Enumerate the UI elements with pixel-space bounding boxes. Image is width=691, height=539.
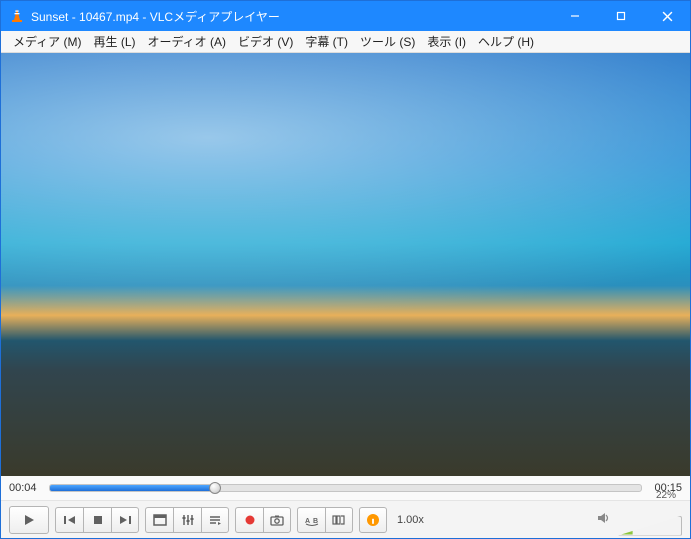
svg-text:A: A xyxy=(305,518,310,525)
next-icon xyxy=(118,514,132,526)
menu-subtitle[interactable]: 字幕 (T) xyxy=(299,31,354,52)
info-button[interactable] xyxy=(359,507,387,533)
controls-row: A B 1.00x xyxy=(1,500,690,538)
menu-bar: メディア (M) 再生 (L) オーディオ (A) ビデオ (V) 字幕 (T)… xyxy=(1,31,690,53)
fullscreen-icon xyxy=(153,514,167,526)
playlist-button[interactable] xyxy=(201,507,229,533)
loop-ab-icon: A B xyxy=(304,514,320,526)
seek-progress xyxy=(50,485,215,491)
playback-speed[interactable]: 1.00x xyxy=(393,514,428,526)
minimize-button[interactable] xyxy=(552,1,598,31)
snapshot-button[interactable] xyxy=(263,507,291,533)
video-frame xyxy=(1,53,690,476)
stop-icon xyxy=(92,514,104,526)
vlc-cone-icon xyxy=(9,8,25,24)
menu-tools[interactable]: ツール (S) xyxy=(354,31,421,52)
menu-playback[interactable]: 再生 (L) xyxy=(87,31,141,52)
menu-video[interactable]: ビデオ (V) xyxy=(232,31,299,52)
menu-audio[interactable]: オーディオ (A) xyxy=(142,31,233,52)
prev-icon xyxy=(63,514,77,526)
menu-help[interactable]: ヘルプ (H) xyxy=(472,31,540,52)
info-icon xyxy=(366,513,380,527)
maximize-button[interactable] xyxy=(598,1,644,31)
volume-fill xyxy=(619,517,633,535)
volume-slider-wrap: 22% xyxy=(618,504,682,536)
capture-group xyxy=(235,507,291,533)
playback-group xyxy=(55,507,139,533)
seek-row: 00:04 00:15 xyxy=(1,476,690,500)
volume-percent: 22% xyxy=(656,490,676,501)
seek-slider[interactable] xyxy=(49,484,642,492)
volume-slider[interactable] xyxy=(618,516,682,536)
volume-icon[interactable] xyxy=(596,511,610,528)
window-title: Sunset - 10467.mp4 - VLCメディアプレイヤー xyxy=(31,8,552,25)
stop-button[interactable] xyxy=(83,507,111,533)
menu-view[interactable]: 表示 (I) xyxy=(421,31,472,52)
frame-step-button[interactable] xyxy=(325,507,353,533)
title-bar[interactable]: Sunset - 10467.mp4 - VLCメディアプレイヤー xyxy=(1,1,690,31)
next-button[interactable] xyxy=(111,507,139,533)
video-surface[interactable] xyxy=(1,53,690,476)
camera-icon xyxy=(270,514,284,526)
close-button[interactable] xyxy=(644,1,690,31)
playlist-icon xyxy=(208,514,222,526)
equalizer-icon xyxy=(181,514,195,526)
play-icon xyxy=(22,513,36,527)
play-button[interactable] xyxy=(9,506,49,534)
record-icon xyxy=(244,514,256,526)
previous-button[interactable] xyxy=(55,507,83,533)
loop-group: A B xyxy=(297,507,353,533)
loop-ab-button[interactable]: A B xyxy=(297,507,325,533)
vlc-window: Sunset - 10467.mp4 - VLCメディアプレイヤー メディア (… xyxy=(0,0,691,539)
menu-media[interactable]: メディア (M) xyxy=(7,31,87,52)
elapsed-time[interactable]: 00:04 xyxy=(9,482,43,494)
record-button[interactable] xyxy=(235,507,263,533)
seek-thumb[interactable] xyxy=(209,482,221,494)
view-group xyxy=(145,507,229,533)
extended-settings-button[interactable] xyxy=(173,507,201,533)
frame-step-icon xyxy=(332,514,346,526)
fullscreen-button[interactable] xyxy=(145,507,173,533)
